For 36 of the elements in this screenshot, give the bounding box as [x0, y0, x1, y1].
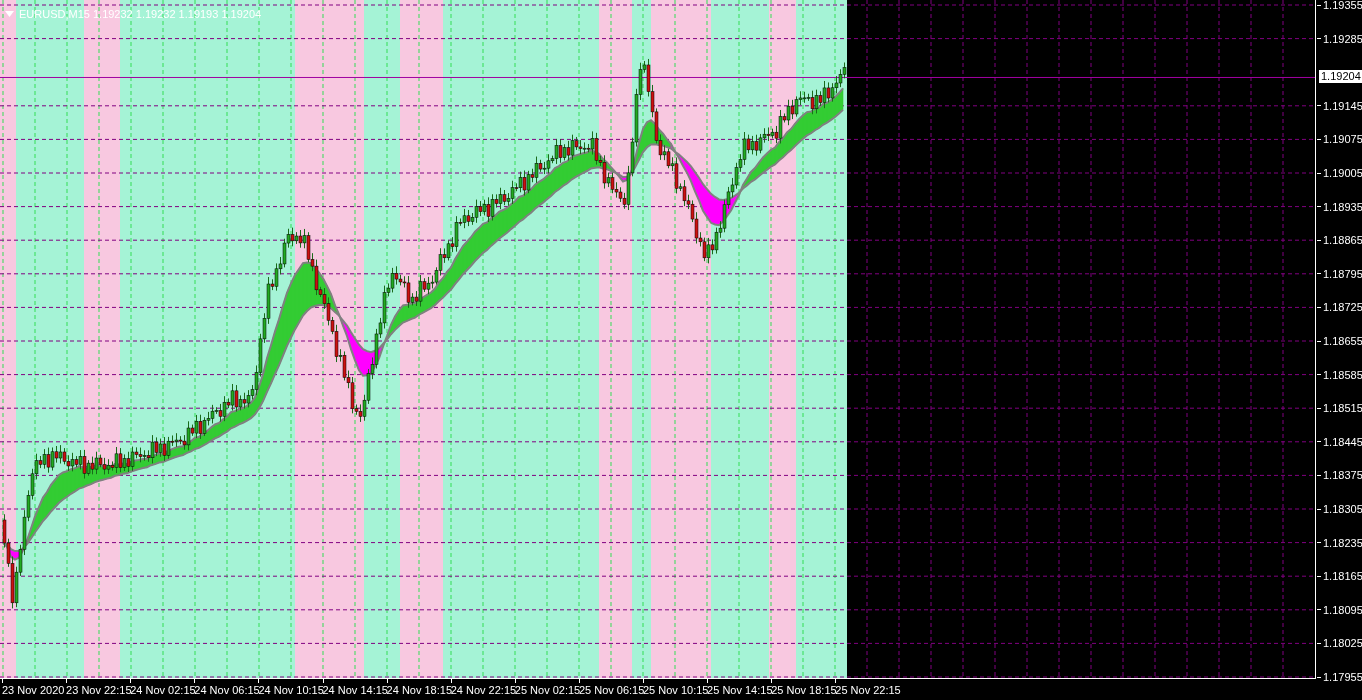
time-label: 23 Nov 2020 — [2, 684, 65, 697]
time-label: 25 Nov 10:15 — [643, 684, 709, 697]
price-label: 1.18725 — [1323, 300, 1362, 315]
price-label: 1.19005 — [1323, 166, 1362, 180]
price-label: 1.18585 — [1323, 367, 1362, 382]
price-label: 1.18445 — [1323, 434, 1362, 449]
price-label: 1.18235 — [1323, 535, 1362, 550]
time-label: 25 Nov 02:15 — [514, 684, 581, 697]
time-label: 25 Nov 14:15 — [707, 684, 773, 697]
price-label: 1.18025 — [1323, 636, 1362, 651]
price-label: 1.19145 — [1323, 98, 1362, 113]
price-label: 1.18935 — [1323, 199, 1362, 214]
price-label: 1.17955 — [1323, 670, 1362, 684]
time-label: 24 Nov 22:15 — [450, 684, 517, 697]
time-label: 24 Nov 10:15 — [258, 684, 324, 697]
time-label: 23 Nov 22:15 — [66, 684, 132, 697]
price-label: 1.18515 — [1323, 401, 1362, 416]
time-label: 25 Nov 18:15 — [771, 684, 837, 697]
time-label: 24 Nov 18:15 — [386, 684, 453, 697]
time-label: 24 Nov 02:15 — [130, 684, 196, 697]
caret-icon[interactable] — [5, 11, 14, 18]
price-label: 1.19075 — [1323, 132, 1362, 147]
price-label: 1.18305 — [1323, 502, 1362, 516]
time-label: 25 Nov 06:15 — [578, 684, 645, 697]
time-label: 24 Nov 14:15 — [322, 684, 388, 697]
time-label: 24 Nov 06:15 — [194, 684, 260, 697]
price-label: 1.19355 — [1323, 0, 1362, 12]
price-label: 1.18795 — [1323, 266, 1362, 281]
price-label: 1.18865 — [1323, 233, 1362, 248]
time-label: 25 Nov 22:15 — [835, 684, 901, 697]
price-label: 1.18165 — [1323, 569, 1362, 584]
price-label: 1.19285 — [1323, 31, 1362, 46]
price-label: 1.18095 — [1323, 602, 1362, 617]
price-label: 1.18375 — [1323, 468, 1362, 483]
price-label: 1.18655 — [1323, 334, 1362, 348]
current-price-tag: 1.19204 — [1319, 70, 1362, 84]
